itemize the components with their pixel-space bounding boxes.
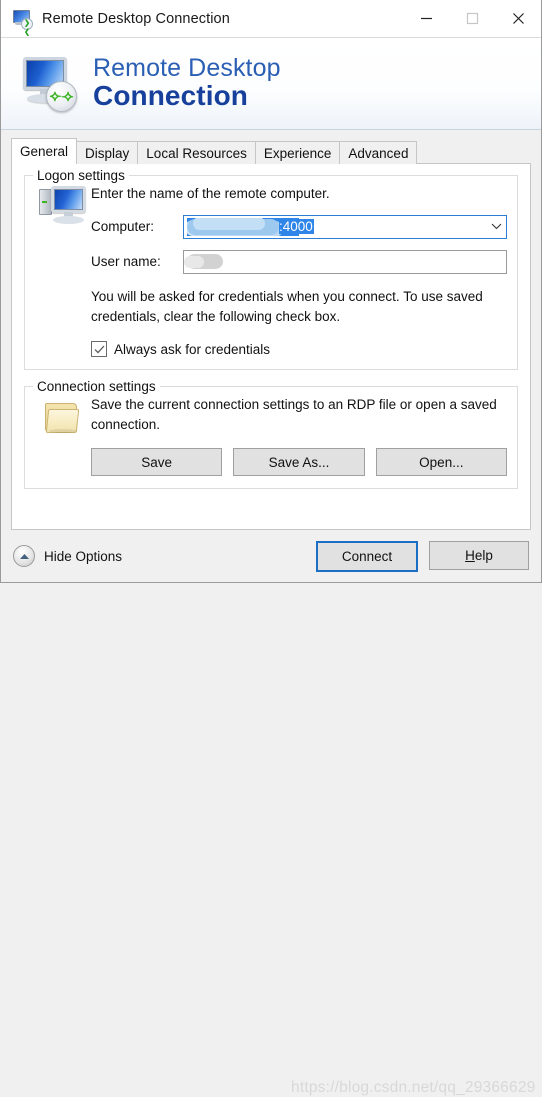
hide-options-label[interactable]: Hide Options (44, 549, 122, 564)
window-title: Remote Desktop Connection (42, 10, 230, 27)
connection-badge-icon: ❯❮ (21, 17, 33, 36)
computer-input-value: :4000 (279, 219, 314, 235)
always-ask-credentials-checkbox[interactable] (91, 341, 107, 358)
logo-badge-glyph: ⟣⟢ (49, 85, 74, 105)
connection-description: Save the current connection settings to … (91, 397, 497, 432)
tab-experience[interactable]: Experience (254, 141, 341, 164)
hide-options-button[interactable]: Hide Options (13, 545, 122, 567)
tab-panel-general: Logon settings Enter the name of the rem… (11, 163, 531, 530)
title-bar: ❯❮ Remote Desktop Connection (1, 0, 541, 38)
minimize-button[interactable] (403, 0, 449, 37)
tab-display[interactable]: Display (76, 141, 139, 164)
help-button[interactable]: Help (429, 540, 529, 570)
always-ask-credentials-row[interactable]: Always ask for credentials (91, 341, 507, 358)
save-as-button[interactable]: Save As... (233, 448, 365, 477)
help-button-accel: H (465, 547, 475, 563)
banner-title-line1: Remote Desktop (93, 54, 281, 83)
open-button[interactable]: Open... (375, 448, 507, 477)
remote-desktop-logo-icon: ⟣⟢ (15, 53, 81, 115)
footer-buttons: Connect Help (316, 540, 529, 572)
window-controls (403, 0, 541, 37)
connect-button[interactable]: Connect (316, 540, 418, 572)
logon-settings-group: Logon settings Enter the name of the rem… (24, 168, 518, 371)
app-banner: ⟣⟢ Remote Desktop Connection (1, 38, 541, 130)
always-ask-credentials-label[interactable]: Always ask for credentials (114, 342, 270, 357)
user-name-field-row: User name: (91, 249, 507, 274)
user-name-input[interactable] (183, 249, 507, 274)
logon-settings-title: Logon settings (33, 168, 129, 183)
computer-field-row: Computer: :4000 (91, 214, 507, 239)
dialog-footer: Hide Options Connect Help https://blog.c… (1, 530, 541, 1096)
logon-settings-row: Enter the name of the remote computer. C… (35, 182, 507, 358)
connection-settings-row: Save the current connection settings to … (35, 393, 507, 477)
connection-settings-title: Connection settings (33, 379, 160, 395)
close-button[interactable] (495, 0, 541, 37)
computer-monitor-foot (53, 216, 84, 224)
computer-monitor-shape (51, 186, 86, 213)
remote-desktop-connection-window: ❯❮ Remote Desktop Connection ⟣⟢ Remote D… (0, 0, 542, 1096)
chevron-down-icon[interactable] (486, 223, 506, 230)
computer-icon (35, 182, 91, 238)
folder-icon (35, 393, 91, 451)
chevron-up-icon[interactable] (13, 545, 35, 567)
banner-title-line2: Connection (93, 79, 248, 111)
computer-label: Computer: (91, 219, 155, 235)
logon-fields: Enter the name of the remote computer. C… (91, 182, 507, 358)
computer-combobox[interactable]: :4000 (183, 214, 507, 239)
connection-fields: Save the current connection settings to … (91, 393, 507, 477)
tab-strip: General Display Local Resources Experien… (11, 138, 531, 164)
banner-text: Remote Desktop Connection (93, 56, 281, 110)
logo-connection-badge-icon: ⟣⟢ (46, 80, 77, 112)
computer-description: Enter the name of the remote computer. (91, 186, 330, 201)
maximize-button[interactable] (449, 0, 495, 37)
connection-buttons: Save Save As... Open... (91, 448, 507, 477)
watermark-text: https://blog.csdn.net/qq_29366629 (291, 1079, 536, 1096)
dialog-content: General Display Local Resources Experien… (1, 130, 541, 530)
tab-advanced[interactable]: Advanced (339, 141, 418, 164)
save-button[interactable]: Save (91, 448, 223, 477)
computer-input[interactable]: :4000 (187, 217, 486, 236)
redaction-blob-computer (187, 217, 279, 235)
connection-settings-group: Connection settings Save the current con… (24, 379, 518, 490)
help-button-label: elp (474, 547, 493, 563)
user-name-label: User name: (91, 254, 161, 270)
remote-desktop-icon: ❯❮ (11, 8, 33, 36)
tab-local-resources[interactable]: Local Resources (137, 141, 256, 164)
credentials-note: You will be asked for credentials when y… (91, 288, 483, 324)
redaction-blob-username (184, 253, 223, 269)
tab-general[interactable]: General (11, 138, 78, 164)
